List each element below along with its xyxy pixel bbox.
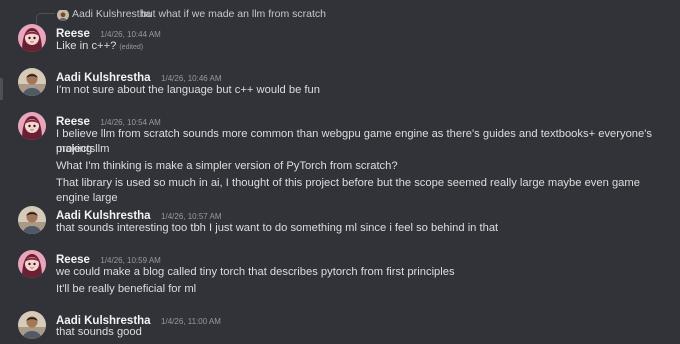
reply-spine [36, 13, 55, 24]
message-text: That library is used so much in ai, I th… [56, 177, 640, 204]
timestamp[interactable]: 1/4/26, 10:57 AM [161, 212, 222, 221]
message-group: Aadi Kulshrestha 1/4/26, 11:00 AM that s… [0, 311, 680, 344]
avatar[interactable] [18, 311, 46, 339]
edited-label: (edited) [119, 44, 144, 51]
reply-author[interactable]: Aadi Kulshrestha [72, 8, 151, 20]
timestamp[interactable]: 1/4/26, 10:44 AM [100, 30, 161, 39]
message-group: Reese 1/4/26, 10:54 AM I believe llm fro… [0, 112, 680, 204]
message-text: projects [56, 143, 96, 155]
anime-avatar-icon [18, 112, 46, 140]
reply-avatar-icon[interactable] [57, 9, 69, 21]
message-text: What I'm thinking is make a simpler vers… [56, 160, 398, 172]
message-text: that sounds good [56, 326, 142, 338]
timestamp[interactable]: 1/4/26, 10:54 AM [100, 118, 161, 127]
chat-message-list[interactable]: Aadi Kulshrestha but what if we made an … [0, 0, 680, 344]
message-line: Like in c++? (edited) [56, 39, 676, 55]
avatar[interactable] [18, 112, 46, 140]
user-photo-avatar-icon [18, 68, 46, 96]
user-photo-avatar-icon [18, 206, 46, 234]
avatar[interactable] [18, 68, 46, 96]
message-group: Reese 1/4/26, 10:44 AM Like in c++? (edit… [0, 24, 680, 58]
user-photo-avatar-icon [18, 311, 46, 339]
anime-avatar-icon [18, 24, 46, 52]
reply-preview-text[interactable]: but what if we made an llm from scratch [141, 8, 326, 20]
message-group: Reese 1/4/26, 10:59 AM we could make a b… [0, 250, 680, 300]
message-text: It'll be really beneficial for ml [56, 283, 197, 295]
message-text: that sounds interesting too tbh I just w… [56, 222, 499, 234]
avatar[interactable] [18, 250, 46, 278]
message-group: Aadi Kulshrestha 1/4/26, 10:46 AM I'm no… [0, 68, 680, 102]
message-text: Like in c++? [56, 40, 117, 52]
anime-avatar-icon [18, 250, 46, 278]
message-text: we could make a blog called tiny torch t… [56, 266, 455, 278]
timestamp[interactable]: 1/4/26, 10:59 AM [100, 256, 161, 265]
timestamp[interactable]: 1/4/26, 10:46 AM [161, 74, 222, 83]
avatar[interactable] [18, 24, 46, 52]
message-group: Aadi Kulshrestha 1/4/26, 10:57 AM that s… [0, 206, 680, 240]
message-text: I'm not sure about the language but c++ … [56, 84, 320, 96]
avatar[interactable] [18, 206, 46, 234]
